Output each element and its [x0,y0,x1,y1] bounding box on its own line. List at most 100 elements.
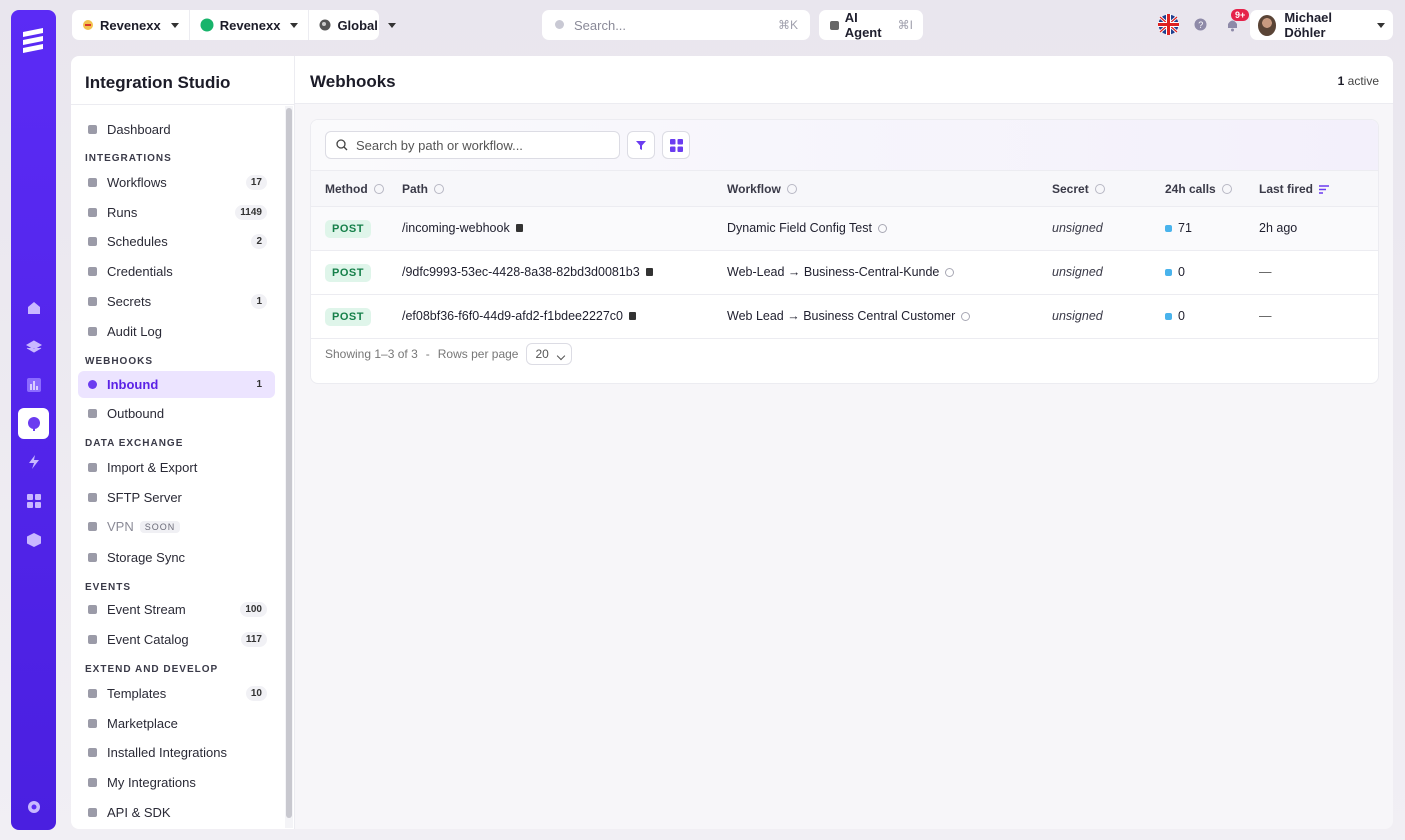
link-icon[interactable] [961,311,971,321]
sidebar-title: Integration Studio [85,73,231,92]
separator: - [425,347,430,361]
workflow-cell[interactable]: Dynamic Field Config Test [727,221,887,235]
integrations-icon[interactable] [18,408,49,439]
link-icon[interactable] [877,223,887,233]
sidebar-item-dashboard[interactable]: Dashboard [78,116,275,143]
org-selector-2[interactable]: Revenexx [200,10,310,40]
settings-gear-icon[interactable] [18,791,49,822]
sidebar-item-inbound[interactable]: Inbound 1 [78,371,275,398]
templates-icon [86,688,98,700]
sort-icon [1319,184,1330,194]
key-icon [86,296,98,308]
globe-icon [319,19,331,31]
table-row[interactable]: POST /incoming-webhook Dynamic Field Con… [311,207,1378,251]
info-icon [373,184,384,194]
chevron-down-icon [1377,22,1385,28]
home-icon[interactable] [18,292,49,323]
column-path[interactable]: Path [402,182,445,196]
sidebar-item-schedules[interactable]: Schedules 2 [78,228,275,255]
section-integrations: INTEGRATIONS [85,153,172,164]
workflow-cell[interactable]: Web Lead → Business Central Customer [727,309,971,323]
chevron-down-icon [290,22,299,28]
last-fired-cell: 2h ago [1259,221,1298,235]
bolt-icon[interactable] [18,446,49,477]
sidebar-item-runs[interactable]: Runs 1149 [78,199,275,226]
chevron-down-icon [387,22,396,28]
sidebar-item-installed-integrations[interactable]: Installed Integrations [78,739,275,766]
method-badge: POST [325,220,371,238]
global-search[interactable]: Search... ⌘K [542,10,810,40]
app-logo-icon[interactable] [19,24,48,62]
scrollbar-thumb[interactable] [286,108,292,818]
help-icon[interactable]: ? [1194,18,1207,31]
layers-icon[interactable] [18,331,49,362]
copy-icon[interactable] [515,224,523,232]
sidebar-item-outbound[interactable]: Outbound [78,400,275,427]
workflow-cell[interactable]: Web-Lead → Business-Central-Kunde [727,265,955,279]
copy-icon[interactable] [645,268,653,276]
sidebar-item-sftp-server[interactable]: SFTP Server [78,484,275,511]
table-row[interactable]: POST /ef08bf36-f6f0-44d9-afd2-f1bdee2227… [311,295,1378,339]
inbound-icon [86,379,98,391]
cube-icon[interactable] [18,524,49,555]
column-secret[interactable]: Secret [1052,182,1105,196]
sidebar-item-templates[interactable]: Templates 10 [78,680,275,707]
sidebar-item-credentials[interactable]: Credentials [78,258,275,285]
soon-badge: SOON [139,520,181,533]
info-icon [786,184,797,194]
divider [71,104,295,105]
sidebar-item-audit-log[interactable]: Audit Log [78,318,275,345]
chevron-down-icon [170,22,179,28]
view-toggle-button[interactable] [662,131,690,159]
org-switcher: Revenexx Revenexx Global [72,10,396,40]
scope-selector[interactable]: Global [319,10,405,40]
webhook-search-input[interactable]: Search by path or workflow... [325,131,620,159]
copy-icon[interactable] [629,312,637,320]
column-workflow[interactable]: Workflow [727,182,797,196]
section-events: EVENTS [85,582,132,593]
last-fired-cell: — [1259,265,1272,279]
sidebar-item-secrets[interactable]: Secrets 1 [78,288,275,315]
page-header: Webhooks 1 active [295,56,1393,104]
ai-agent-button[interactable]: AI Agent ⌘I [819,10,923,40]
language-flag-uk-icon[interactable] [1158,14,1179,35]
main-panel: Webhooks 1 active Search by path or work… [295,56,1393,829]
sidebar-item-my-integrations[interactable]: My Integrations [78,769,275,796]
active-count: 1 active [1337,74,1379,88]
sidebar-item-workflows[interactable]: Workflows 17 [78,169,275,196]
rows-per-page-select[interactable]: 20 [526,343,572,365]
info-icon [1221,184,1232,194]
table-row[interactable]: POST /9dfc9993-53ec-4428-8a38-82bd3d0081… [311,251,1378,295]
storage-icon [86,552,98,564]
table-toolbar: Search by path or workflow... [311,120,1378,170]
calls-cell: 0 [1165,309,1185,323]
notification-badge: 9+ [1231,9,1250,21]
last-fired-cell: — [1259,309,1272,323]
filter-button[interactable] [627,131,655,159]
column-method[interactable]: Method [325,182,384,196]
sidebar-item-event-stream[interactable]: Event Stream 100 [78,596,275,623]
user-menu[interactable]: Michael Döhler [1250,10,1393,40]
sidebar-item-vpn[interactable]: VPN SOON [78,513,275,540]
sidebar-item-event-catalog[interactable]: Event Catalog 117 [78,626,275,653]
table-footer: Showing 1–3 of 3 - Rows per page 20 [325,343,572,365]
rows-per-page-label: Rows per page [437,347,519,361]
sidebar-item-storage-sync[interactable]: Storage Sync [78,544,275,571]
link-icon[interactable] [945,267,955,277]
avatar [1258,14,1277,36]
sidebar-item-marketplace[interactable]: Marketplace [78,710,275,737]
sidebar-item-import-export[interactable]: Import & Export [78,454,275,481]
apps-icon[interactable] [18,485,49,516]
search-icon [555,20,564,29]
section-webhooks: WEBHOOKS [85,356,153,367]
secret-cell: unsigned [1052,309,1103,323]
vpn-icon [86,521,98,533]
column-last-fired[interactable]: Last fired [1259,182,1330,196]
path-cell: /9dfc9993-53ec-4428-8a38-82bd3d0081b3 [402,265,653,279]
sidebar-item-api-sdk[interactable]: API & SDK [78,799,275,826]
column-24h-calls[interactable]: 24h calls [1165,182,1232,196]
org-selector-1[interactable]: Revenexx [82,10,190,40]
analytics-icon[interactable] [18,369,49,400]
catalog-icon [86,634,98,646]
dashboard-icon [86,124,98,136]
